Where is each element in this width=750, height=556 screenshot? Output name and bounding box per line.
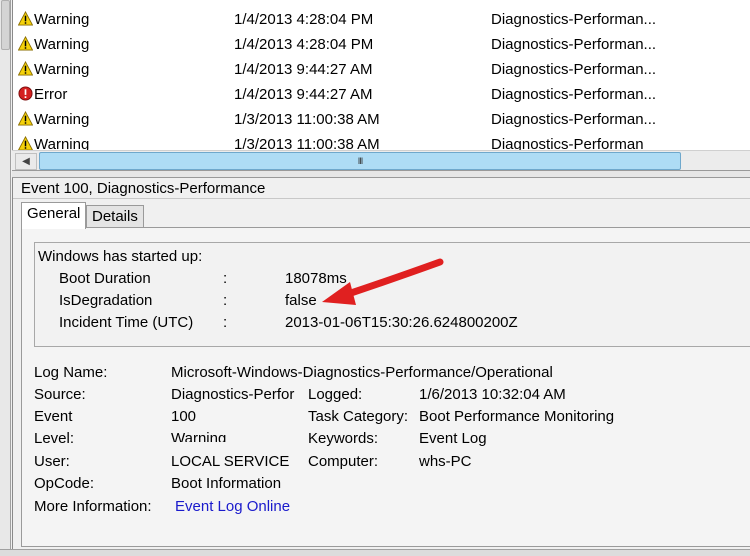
annotation-arrow [322,258,444,305]
tab-general[interactable]: General [21,202,87,229]
